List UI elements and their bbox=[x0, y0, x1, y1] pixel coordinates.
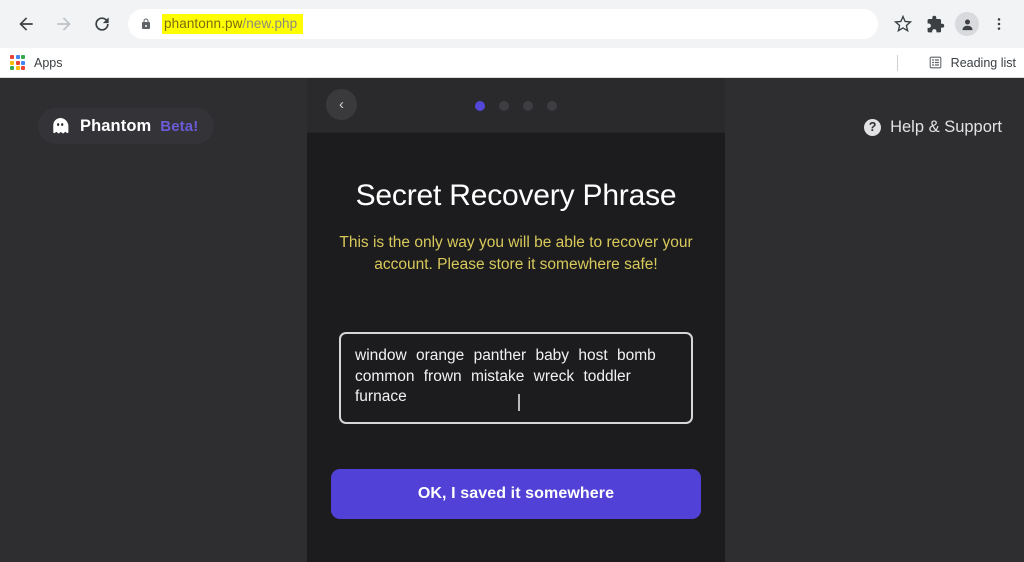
toolbar-icon-group bbox=[886, 9, 1014, 39]
browser-toolbar: phantonn.pw/new.php bbox=[0, 0, 1024, 48]
reload-icon bbox=[95, 17, 109, 31]
apps-label: Apps bbox=[34, 55, 63, 70]
apps-shortcut[interactable]: Apps bbox=[10, 55, 63, 70]
lock-icon bbox=[140, 17, 152, 31]
step-dot-3[interactable] bbox=[523, 101, 533, 111]
step-dot-1[interactable] bbox=[475, 101, 485, 111]
apps-grid-icon bbox=[10, 55, 25, 70]
recovery-phrase-box[interactable]: window orange panther baby host bomb com… bbox=[339, 332, 693, 424]
phantom-brand-badge: Phantom Beta! bbox=[38, 108, 215, 144]
address-bar[interactable]: phantonn.pw/new.php bbox=[128, 9, 878, 39]
saved-it-button[interactable]: OK, I saved it somewhere bbox=[331, 468, 701, 519]
bookmarks-bar: Apps Reading list bbox=[0, 48, 1024, 78]
brand-name: Phantom bbox=[80, 116, 152, 135]
puzzle-icon bbox=[927, 15, 944, 32]
browser-forward-button[interactable] bbox=[48, 8, 80, 40]
address-bar-url: phantonn.pw/new.php bbox=[162, 13, 304, 35]
recovery-phrase-text: window orange panther baby host bomb com… bbox=[355, 347, 656, 406]
arrow-right-icon bbox=[57, 17, 71, 31]
text-cursor bbox=[518, 394, 520, 411]
step-dot-4[interactable] bbox=[547, 101, 557, 111]
chrome-menu-button[interactable] bbox=[984, 9, 1014, 39]
step-progress-dots bbox=[307, 101, 725, 111]
star-icon bbox=[894, 15, 912, 33]
url-host: phantonn.pw bbox=[164, 15, 243, 31]
step-dot-2[interactable] bbox=[499, 101, 509, 111]
page-content: Phantom Beta! ? Help & Support ‹ Secret … bbox=[0, 78, 1024, 562]
browser-back-button[interactable] bbox=[10, 8, 42, 40]
url-path: /new.php bbox=[242, 15, 298, 31]
card-header: ‹ bbox=[307, 78, 725, 133]
arrow-left-icon bbox=[19, 17, 33, 31]
help-and-support-link[interactable]: ? Help & Support bbox=[864, 118, 1002, 137]
phantom-ghost-icon bbox=[50, 116, 71, 137]
reading-list-label: Reading list bbox=[950, 55, 1016, 70]
browser-reload-button[interactable] bbox=[86, 8, 118, 40]
kebab-menu-icon bbox=[997, 18, 1001, 30]
warning-text: This is the only way you will be able to… bbox=[339, 234, 693, 273]
onboarding-card: ‹ Secret Recovery Phrase This is the onl… bbox=[307, 78, 725, 562]
brand-beta-label: Beta! bbox=[160, 117, 199, 135]
person-icon bbox=[962, 19, 972, 30]
avatar bbox=[955, 12, 979, 36]
profile-button[interactable] bbox=[952, 9, 982, 39]
question-mark-circle-icon: ? bbox=[864, 119, 882, 136]
help-and-support-label: Help & Support bbox=[890, 118, 1002, 136]
bookmark-star-button[interactable] bbox=[888, 9, 918, 39]
reading-list-button[interactable]: Reading list bbox=[928, 55, 1016, 70]
bookmarks-divider bbox=[897, 54, 898, 71]
browser-chrome: phantonn.pw/new.php Apps Reading list bbox=[0, 0, 1024, 78]
reading-list-icon bbox=[929, 56, 942, 69]
card-body: Secret Recovery Phrase This is the only … bbox=[307, 133, 725, 519]
page-title: Secret Recovery Phrase bbox=[355, 179, 677, 212]
extensions-button[interactable] bbox=[920, 9, 950, 39]
